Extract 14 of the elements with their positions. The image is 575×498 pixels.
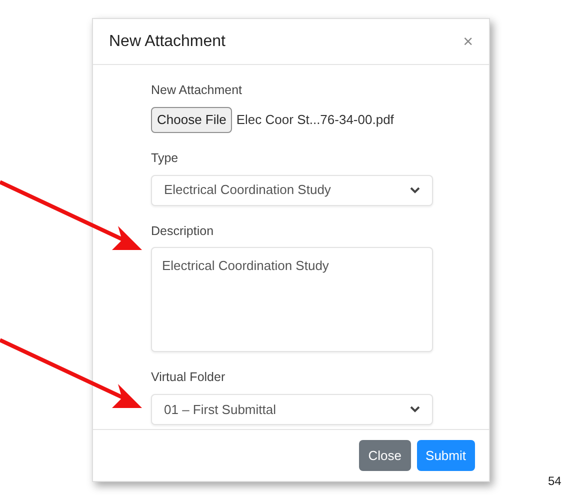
description-field[interactable]: Electrical Coordination Study <box>151 247 433 352</box>
field-label: Description <box>151 222 215 240</box>
field-label: Virtual Folder <box>151 369 226 386</box>
field-label: Type <box>151 150 180 167</box>
close-button[interactable]: Close <box>359 440 411 471</box>
select-field[interactable]: Electrical Coordination Study <box>151 174 433 206</box>
file-name: Elec Coor St...76-34-00.pdf <box>236 111 394 129</box>
select-field[interactable]: 01 – First Submittal <box>151 394 433 425</box>
page-number: 54 <box>548 473 562 490</box>
dialog-title: New Attachment <box>109 32 226 52</box>
choose-file-button[interactable]: Choose File <box>151 106 232 133</box>
chevron-down-icon <box>410 186 420 194</box>
field-label: New Attachment <box>151 82 244 99</box>
chevron-down-icon <box>410 406 420 413</box>
